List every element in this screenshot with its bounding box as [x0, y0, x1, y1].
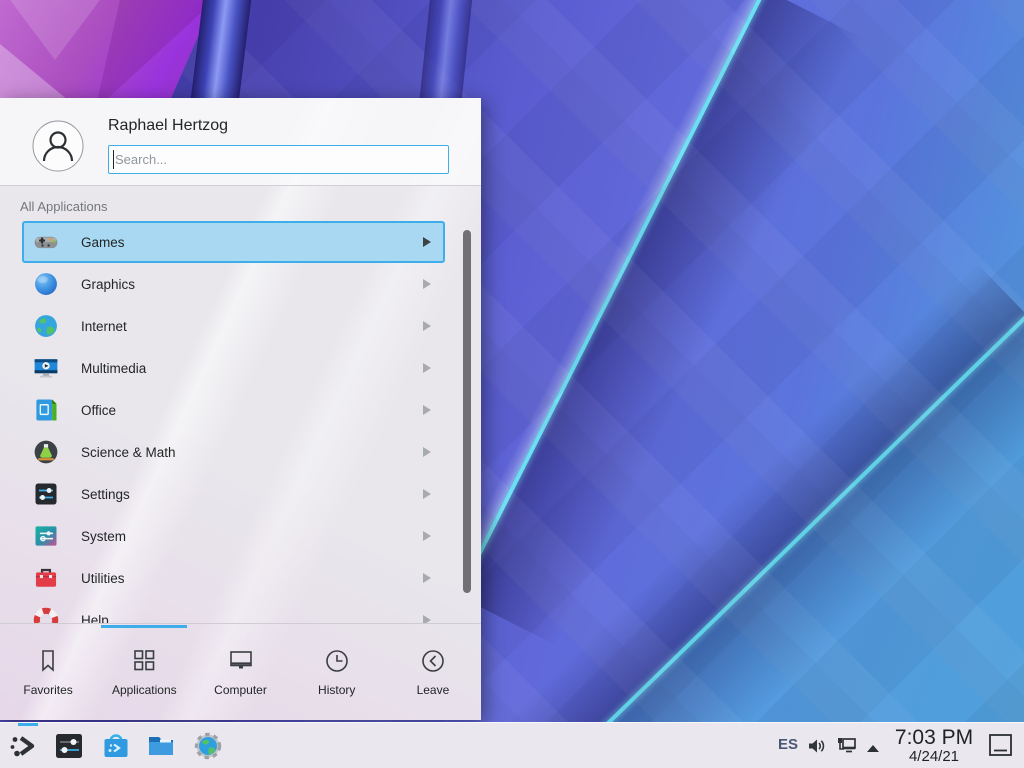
submenu-arrow-icon	[423, 573, 431, 583]
help-icon	[32, 606, 60, 623]
internet-icon	[32, 312, 60, 340]
application-launcher-menu: Raphael Hertzog All Applications Games	[0, 98, 481, 720]
user-name: Raphael Hertzog	[108, 117, 228, 135]
category-item-office[interactable]: Office	[22, 389, 445, 431]
submenu-arrow-icon	[423, 447, 431, 457]
tab-history[interactable]: History	[289, 624, 385, 720]
bookmark-icon	[34, 647, 62, 675]
multimedia-icon	[32, 354, 60, 382]
system-settings-icon[interactable]	[53, 730, 85, 762]
submenu-arrow-icon	[423, 531, 431, 541]
launcher-tabbar: Favorites Applications Computer History	[0, 624, 481, 720]
category-label: Settings	[81, 487, 130, 502]
category-item-graphics[interactable]: Graphics	[22, 263, 445, 305]
taskbar: ES 7:03 PM 4/24/21	[0, 722, 1024, 768]
list-scrollbar[interactable]	[463, 230, 471, 593]
tab-label: History	[318, 683, 355, 697]
tab-leave[interactable]: Leave	[385, 624, 481, 720]
category-label: Internet	[81, 319, 127, 334]
submenu-arrow-icon	[423, 363, 431, 373]
search-input[interactable]	[108, 145, 449, 174]
category-item-internet[interactable]: Internet	[22, 305, 445, 347]
category-label: Multimedia	[81, 361, 146, 376]
category-item-help[interactable]: Help	[22, 599, 445, 623]
user-avatar[interactable]	[32, 120, 84, 172]
tab-label: Computer	[214, 683, 267, 697]
category-label: Games	[81, 235, 125, 250]
submenu-arrow-icon	[423, 279, 431, 289]
category-item-multimedia[interactable]: Multimedia	[22, 347, 445, 389]
category-label: Office	[81, 403, 116, 418]
category-label: Utilities	[81, 571, 125, 586]
submenu-arrow-icon	[423, 615, 431, 623]
clock-date: 4/24/21	[890, 749, 978, 765]
tab-favorites[interactable]: Favorites	[0, 624, 96, 720]
category-item-science-math[interactable]: Science & Math	[22, 431, 445, 473]
submenu-arrow-icon	[423, 237, 431, 247]
file-manager-icon[interactable]	[145, 730, 177, 762]
category-label: Science & Math	[81, 445, 176, 460]
category-list: Games Graphics Interne	[0, 221, 481, 623]
games-icon	[32, 228, 60, 256]
active-task-indicator	[18, 723, 38, 726]
category-item-games[interactable]: Games	[22, 221, 445, 263]
network-icon[interactable]	[836, 735, 858, 757]
clock-icon	[323, 647, 351, 675]
leave-icon	[419, 647, 447, 675]
app-grid-icon	[130, 647, 158, 675]
category-item-system[interactable]: System	[22, 515, 445, 557]
category-item-settings[interactable]: Settings	[22, 473, 445, 515]
tab-label: Leave	[417, 683, 450, 697]
section-label: All Applications	[20, 199, 107, 214]
tab-label: Favorites	[23, 683, 72, 697]
submenu-arrow-icon	[423, 405, 431, 415]
application-launcher-button[interactable]	[8, 730, 40, 762]
submenu-arrow-icon	[423, 489, 431, 499]
show-desktop-button[interactable]	[987, 732, 1015, 760]
launcher-header: Raphael Hertzog	[0, 98, 481, 186]
computer-icon	[227, 647, 255, 675]
settings-icon	[32, 480, 60, 508]
expand-tray-icon[interactable]	[866, 740, 880, 749]
submenu-arrow-icon	[423, 321, 431, 331]
office-icon	[32, 396, 60, 424]
web-browser-icon[interactable]	[192, 730, 224, 762]
tab-applications[interactable]: Applications	[96, 624, 192, 720]
graphics-icon	[32, 270, 60, 298]
category-item-utilities[interactable]: Utilities	[22, 557, 445, 599]
clock-time: 7:03 PM	[890, 726, 978, 749]
category-label: System	[81, 529, 126, 544]
utilities-icon	[32, 564, 60, 592]
tab-computer[interactable]: Computer	[192, 624, 288, 720]
system-icon	[32, 522, 60, 550]
discover-icon[interactable]	[100, 730, 132, 762]
science-math-icon	[32, 438, 60, 466]
digital-clock[interactable]: 7:03 PM 4/24/21	[890, 726, 978, 765]
volume-icon[interactable]	[806, 735, 828, 757]
text-caret	[113, 150, 114, 169]
keyboard-layout-indicator[interactable]: ES	[778, 736, 798, 753]
category-label: Graphics	[81, 277, 135, 292]
tab-label: Applications	[112, 683, 177, 697]
category-label: Help	[81, 613, 109, 624]
